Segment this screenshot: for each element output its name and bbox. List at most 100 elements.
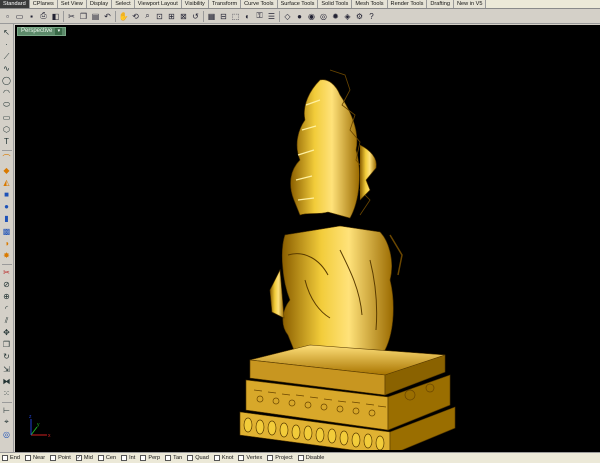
material-icon[interactable]: ◈ <box>342 11 353 22</box>
lights-icon[interactable]: ✹ <box>330 11 341 22</box>
cplane-icon[interactable]: ⊟ <box>218 11 229 22</box>
point-icon[interactable]: · <box>1 39 12 50</box>
horse-statue-model[interactable] <box>210 50 470 450</box>
open-file-icon[interactable]: ▭ <box>14 11 25 22</box>
print-icon[interactable]: ⎙ <box>38 11 49 22</box>
move-icon[interactable]: ✥ <box>1 327 12 338</box>
osnap-checkbox[interactable] <box>121 455 128 461</box>
join-icon[interactable]: ⊕ <box>1 291 12 302</box>
osnap-mid[interactable]: ✓ Mid <box>75 455 93 461</box>
osnap-point[interactable]: Point <box>50 455 71 461</box>
four-views-icon[interactable]: ▦ <box>206 11 217 22</box>
viewport-title[interactable]: Perspective ▾ <box>17 27 67 36</box>
osnap-checkbox[interactable] <box>165 455 172 461</box>
zoom-window-icon[interactable]: ⊡ <box>154 11 165 22</box>
wireframe-icon[interactable]: ◇ <box>282 11 293 22</box>
polygon-icon[interactable]: ⬡ <box>1 124 12 135</box>
osnap-knot[interactable]: Knot <box>213 455 233 461</box>
osnap-checkbox[interactable] <box>24 455 31 461</box>
tab-viewport-layout[interactable]: Viewport Layout <box>134 0 182 8</box>
array-icon[interactable]: ⁙ <box>1 388 12 399</box>
surface-icon[interactable]: ◆ <box>1 165 12 176</box>
help-icon[interactable]: ? <box>366 11 377 22</box>
tab-solid-tools[interactable]: Solid Tools <box>318 0 353 8</box>
osnap-quad[interactable]: Quad <box>187 455 209 461</box>
analyze-icon[interactable]: ⌖ <box>1 417 12 428</box>
osnap-int[interactable]: Int <box>121 455 135 461</box>
tab-surface-tools[interactable]: Surface Tools <box>277 0 319 8</box>
lock-icon[interactable]: ⚿ <box>254 11 265 22</box>
zoom-extents-icon[interactable]: ⊞ <box>166 11 177 22</box>
osnap-checkbox[interactable] <box>2 455 8 461</box>
osnap-checkbox[interactable]: ✓ <box>75 455 82 461</box>
osnap-checkbox[interactable] <box>297 455 304 461</box>
options-icon[interactable]: ⚙ <box>354 11 365 22</box>
osnap-checkbox[interactable] <box>97 455 104 461</box>
save-icon[interactable]: ▪ <box>26 11 37 22</box>
osnap-tan[interactable]: Tan <box>165 455 182 461</box>
select-arrow-icon[interactable]: ↖ <box>1 27 12 38</box>
osnap-end[interactable]: End <box>2 455 20 461</box>
undo-icon[interactable]: ↶ <box>102 11 113 22</box>
explode-icon[interactable]: ✸ <box>1 250 12 261</box>
perspective-viewport[interactable]: Perspective ▾ x y z <box>15 25 600 452</box>
curve-icon[interactable]: ∿ <box>1 63 12 74</box>
osnap-near[interactable]: Near <box>24 455 45 461</box>
cut-icon[interactable]: ✂ <box>66 11 77 22</box>
mesh-icon[interactable]: ▩ <box>1 226 12 237</box>
tab-display[interactable]: Display <box>86 0 113 8</box>
rotate-view-icon[interactable]: ⟲ <box>130 11 141 22</box>
paste-icon[interactable]: ▤ <box>90 11 101 22</box>
arc-icon[interactable]: ◠ <box>1 87 12 98</box>
pan-icon[interactable]: ✋ <box>118 11 129 22</box>
loft-icon[interactable]: ◭ <box>1 177 12 188</box>
fillet-icon[interactable]: ◜ <box>1 303 12 314</box>
boolean-icon[interactable]: ◑ <box>1 238 12 249</box>
osnap-checkbox[interactable] <box>238 455 245 461</box>
zoom-selected-icon[interactable]: ⊠ <box>178 11 189 22</box>
osnap-checkbox[interactable] <box>140 455 147 461</box>
osnap-checkbox[interactable] <box>267 455 274 461</box>
tab-mesh-tools[interactable]: Mesh Tools <box>352 0 388 8</box>
osnap-cen[interactable]: Cen <box>97 455 116 461</box>
hide-icon[interactable]: ◐ <box>242 11 253 22</box>
dimension-icon[interactable]: ⊢ <box>1 405 12 416</box>
trim-icon[interactable]: ✂ <box>1 267 12 278</box>
osnap-perp[interactable]: Perp <box>140 455 160 461</box>
new-file-icon[interactable]: ▫ <box>2 11 13 22</box>
osnap-project[interactable]: Project <box>267 455 293 461</box>
tab-cplanes[interactable]: CPlanes <box>29 0 58 8</box>
osnap-vertex[interactable]: Vertex <box>238 455 262 461</box>
zoom-icon[interactable]: ⌕ <box>142 11 153 22</box>
select-icon[interactable]: ⬚ <box>230 11 241 22</box>
tab-select[interactable]: Select <box>112 0 135 8</box>
tab-transform[interactable]: Transform <box>208 0 242 8</box>
osnap-checkbox[interactable] <box>50 455 57 461</box>
osnap-disable[interactable]: Disable <box>297 455 324 461</box>
scale-icon[interactable]: ⇲ <box>1 364 12 375</box>
tab-new-in-v5[interactable]: New in V5 <box>453 0 487 8</box>
shaded-icon[interactable]: ● <box>294 11 305 22</box>
osnap-checkbox[interactable] <box>213 455 220 461</box>
copy-tool-icon[interactable]: ❐ <box>1 339 12 350</box>
tab-visibility[interactable]: Visibility <box>181 0 209 8</box>
render-icon[interactable]: ◎ <box>318 11 329 22</box>
mirror-icon[interactable]: ⧓ <box>1 376 12 387</box>
viewport-menu-arrow-icon[interactable]: ▾ <box>55 28 63 35</box>
polyline-icon[interactable]: ⟋ <box>1 51 12 62</box>
tab-render-tools[interactable]: Render Tools <box>387 0 428 8</box>
tab-curve-tools[interactable]: Curve Tools <box>241 0 278 8</box>
split-icon[interactable]: ⊘ <box>1 279 12 290</box>
osnap-checkbox[interactable] <box>187 455 194 461</box>
rotate-icon[interactable]: ↻ <box>1 351 12 362</box>
render-tool-icon[interactable]: ◎ <box>1 429 12 440</box>
offset-icon[interactable]: ⫽ <box>1 315 12 326</box>
sphere-icon[interactable]: ● <box>1 201 12 212</box>
tab-set-view[interactable]: Set View <box>57 0 87 8</box>
tab-drafting[interactable]: Drafting <box>427 0 454 8</box>
layer-icon[interactable]: ◧ <box>50 11 61 22</box>
cylinder-icon[interactable]: ▮ <box>1 213 12 224</box>
ellipse-icon[interactable]: ⬭ <box>1 100 12 111</box>
text-icon[interactable]: T <box>1 136 12 147</box>
box-icon[interactable]: ■ <box>1 189 12 200</box>
